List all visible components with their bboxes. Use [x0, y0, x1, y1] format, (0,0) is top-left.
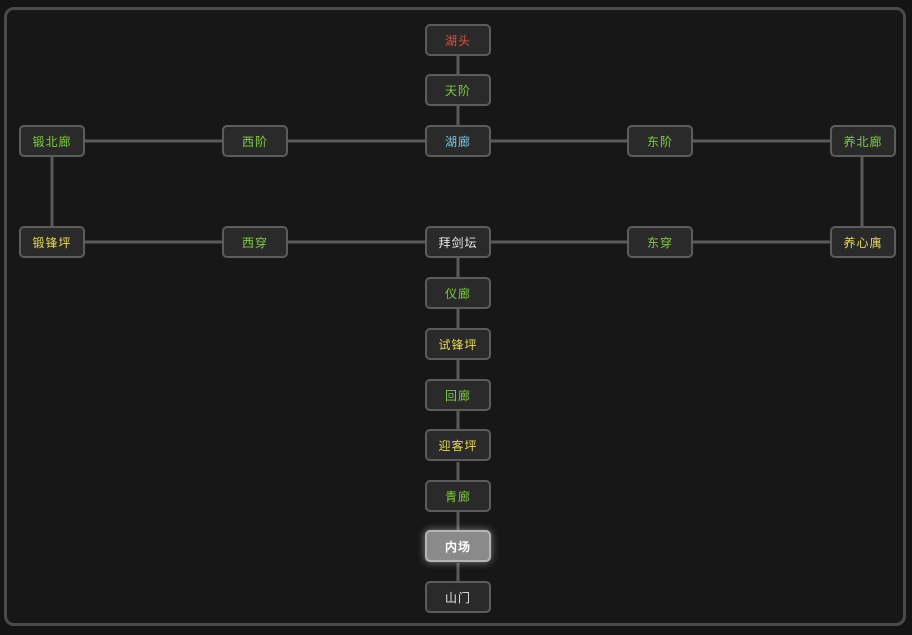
room-hulang[interactable]: 湖廊	[425, 125, 491, 157]
room-label: 拜剑坛	[438, 235, 478, 250]
room-label: 西阶	[241, 134, 268, 149]
room-label: 内场	[444, 539, 471, 554]
room-yangxinyu[interactable]: 养心庽	[830, 226, 896, 258]
room-label: 迎客坪	[438, 438, 478, 453]
room-label: 养北廊	[843, 134, 883, 149]
room-label: 天阶	[444, 83, 471, 98]
room-label: 湖头	[444, 33, 471, 48]
room-xijie[interactable]: 西阶	[222, 125, 288, 157]
room-dongjie[interactable]: 东阶	[627, 125, 693, 157]
room-tianjie[interactable]: 天阶	[425, 74, 491, 106]
room-label: 湖廊	[444, 134, 471, 149]
room-yangbeilang[interactable]: 养北廊	[830, 125, 896, 157]
room-hutou[interactable]: 湖头	[425, 24, 491, 56]
room-yingkeping[interactable]: 迎客坪	[425, 429, 491, 461]
room-label: 东穿	[646, 235, 673, 250]
room-duanfengping[interactable]: 锻锋坪	[19, 226, 85, 258]
room-xichuan[interactable]: 西穿	[222, 226, 288, 258]
room-label: 西穿	[241, 235, 268, 250]
room-label: 锻锋坪	[32, 235, 72, 250]
room-label: 试锋坪	[438, 337, 478, 352]
room-qinglang[interactable]: 青廊	[425, 480, 491, 512]
room-baijiantan[interactable]: 拜剑坛	[425, 226, 491, 258]
room-huilang[interactable]: 回廊	[425, 379, 491, 411]
room-label: 回廊	[444, 388, 471, 403]
room-label: 山门	[444, 590, 471, 605]
room-neichang[interactable]: 内场	[425, 530, 491, 562]
room-dongchuan[interactable]: 东穿	[627, 226, 693, 258]
room-shifengping[interactable]: 试锋坪	[425, 328, 491, 360]
room-label: 东阶	[646, 134, 673, 149]
room-shanmen[interactable]: 山门	[425, 581, 491, 613]
room-label: 养心庽	[843, 235, 883, 250]
room-yilang[interactable]: 仪廊	[425, 277, 491, 309]
room-label: 仪廊	[444, 286, 471, 301]
room-label: 青廊	[444, 489, 471, 504]
room-label: 锻北廊	[32, 134, 72, 149]
room-duanbeilang[interactable]: 锻北廊	[19, 125, 85, 157]
